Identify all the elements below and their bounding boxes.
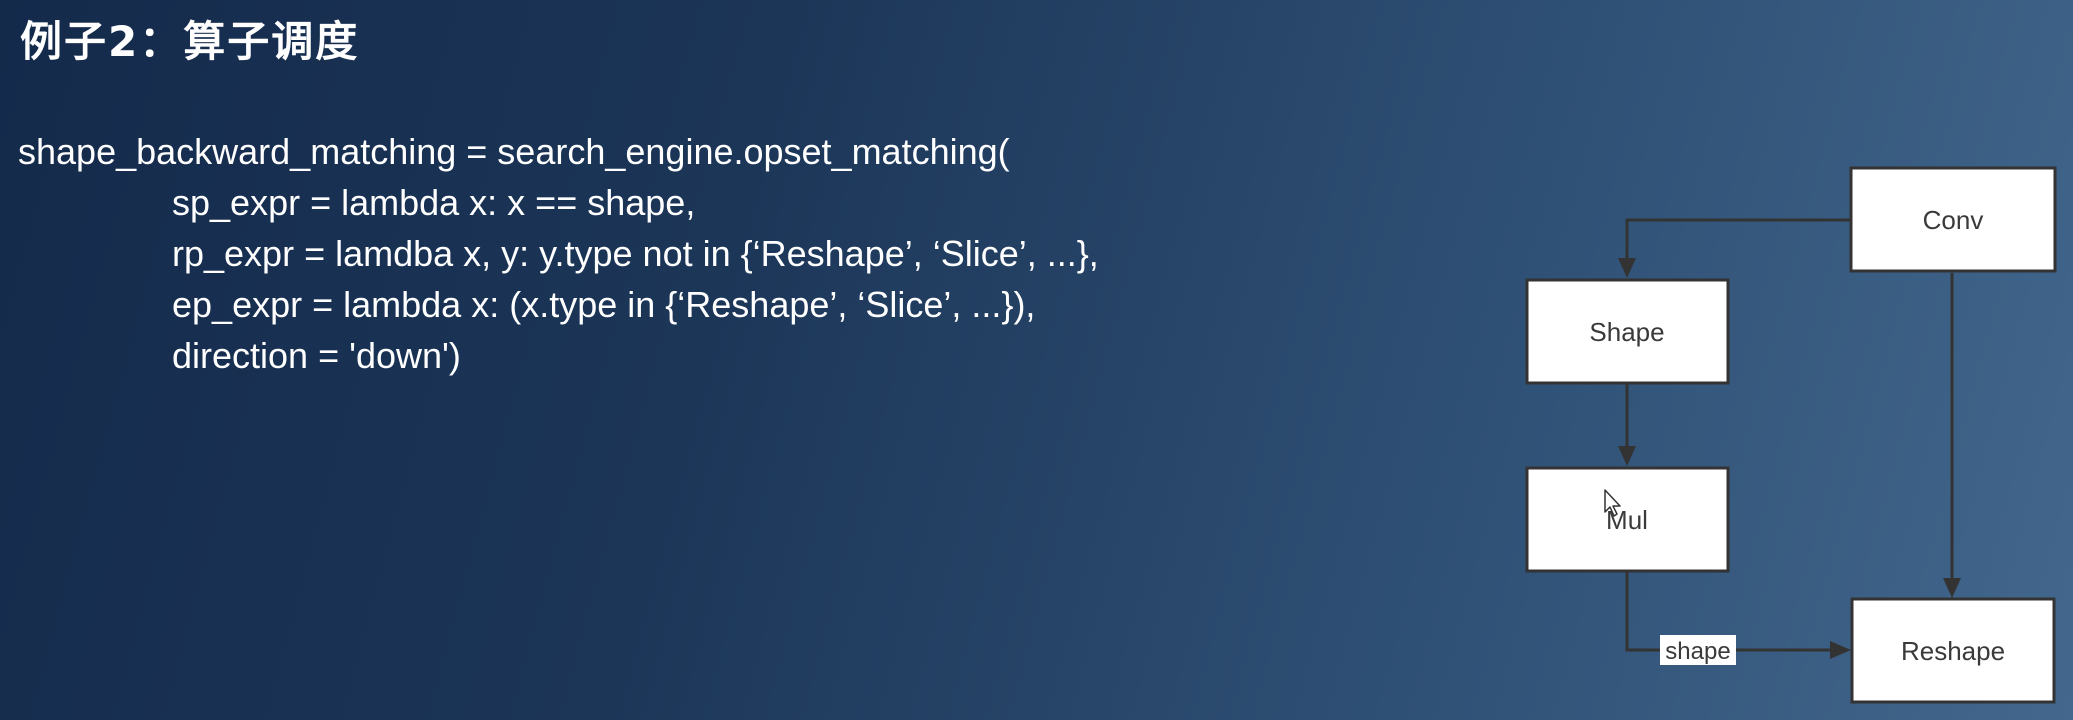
edge-conv-to-reshape-arrowhead: [1943, 578, 1961, 598]
edge-conv-to-shape: [1625, 218, 1850, 262]
edge-conv-to-shape-arrowhead: [1618, 258, 1636, 278]
node-mul: Mul: [1525, 466, 1730, 573]
edge-shape-to-mul-arrowhead: [1618, 446, 1636, 466]
node-conv: Conv: [1849, 166, 2057, 273]
node-reshape: Reshape: [1850, 597, 2056, 704]
operator-graph-diagram: shape Conv Shape Mul Reshape: [1525, 166, 2057, 704]
edge-mul-to-reshape-arrowhead: [1830, 641, 1851, 659]
edge-label-shape: shape: [1665, 638, 1730, 665]
node-shape: Shape: [1525, 278, 1730, 385]
node-shape-label: Shape: [1589, 317, 1664, 347]
node-conv-label: Conv: [1923, 205, 1984, 235]
node-reshape-label: Reshape: [1901, 636, 2005, 666]
